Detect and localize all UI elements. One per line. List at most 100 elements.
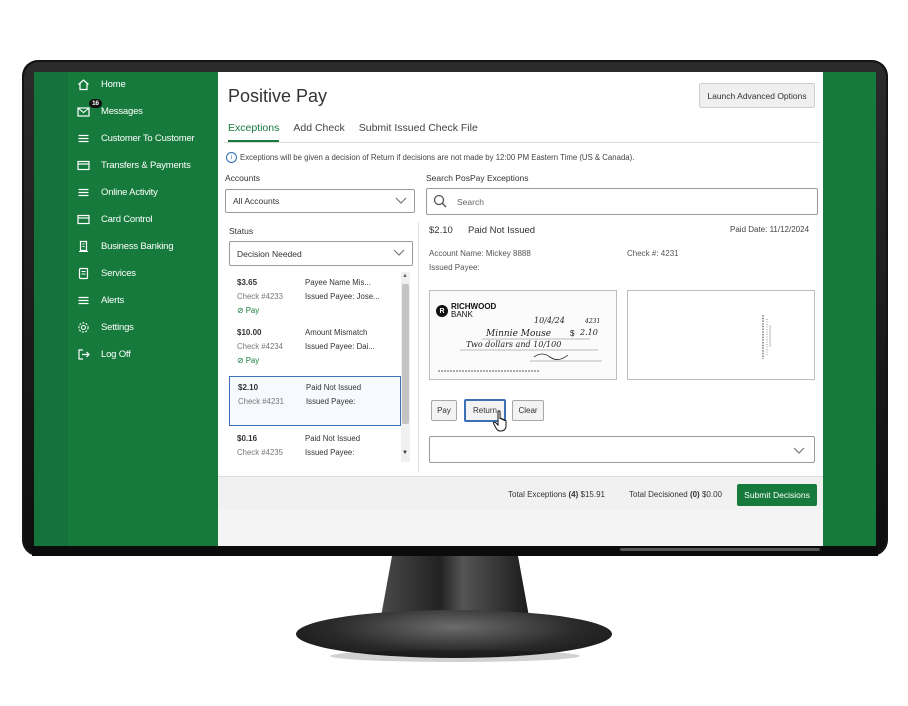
positive-pay-panel: Positive Pay Launch Advanced Options Exc… [218,72,823,546]
monitor-highlight [620,548,820,551]
sidebar-item-label: Messages [101,105,143,117]
tabs-divider [224,142,820,143]
chevron-down-icon [792,444,806,462]
decision-label: Pay [245,356,260,365]
footer-bar: Total Exceptions (4) $15.91 Total Decisi… [218,476,823,511]
right-margin [823,72,876,546]
exception-reason: Paid Not Issued [305,434,361,443]
exception-amount: $3.65 [237,278,258,287]
card-icon [76,212,90,226]
exception-amount: $0.16 [237,434,258,443]
clear-button[interactable]: Clear [512,400,544,421]
building-icon [76,239,90,253]
exception-payee: Issued Payee: [305,448,355,457]
sidebar-item-label: Home [101,78,126,90]
unread-badge: 16 [89,99,102,108]
check-front-image[interactable]: R RICHWOOD BANK 10/4/24 4231 Minnie Mouse… [429,290,617,380]
list-item-selected[interactable]: $2.10 Check #4231 Paid Not Issued Issued… [229,376,401,426]
sidebar-item-log-off[interactable]: Log Off [76,344,131,364]
gear-icon [76,320,90,334]
sidebar-item-transfers-payments[interactable]: Transfers & Payments [76,155,191,175]
list-scrollbar[interactable]: ▲ ▼ [401,272,410,462]
decision-label: Pay [245,306,260,315]
sidebar-item-customer-to-customer[interactable]: Customer To Customer [76,128,195,148]
sidebar-item-services[interactable]: Services [76,263,136,283]
total-exceptions-count: (4) [568,490,579,499]
exception-check-number: Check #4234 [237,342,283,351]
exception-amount: $2.10 [238,383,259,392]
scroll-down-icon[interactable]: ▼ [402,450,408,456]
check-lines [438,338,602,372]
exception-reason: Paid Not Issued [306,383,362,392]
paid-date: Paid Date: 11/12/2024 [730,225,810,234]
search-input[interactable]: Search [426,188,818,215]
status-value: Decision Needed [237,248,302,259]
exception-payee: Issued Payee: Jose... [305,292,380,301]
total-exceptions: Total Exceptions (4) $15.91 [508,490,605,499]
chevron-down-icon [394,195,408,209]
issued-payee: Issued Payee: [429,263,480,272]
sidebar-nav: Home 16 Messages Customer To Customer Tr… [34,72,218,546]
monitor-stand-shadow [330,650,580,662]
decision-reason-select[interactable] [429,436,815,463]
exception-check-number: Check #4235 [237,448,283,457]
exception-payee: Issued Payee: [306,397,356,406]
sidebar-item-label: Settings [101,321,134,333]
exception-list: $3.65 Check #4233 ⊘ Pay Payee Name Mis..… [229,272,401,462]
sidebar-item-label: Transfers & Payments [101,159,191,171]
screen: Home 16 Messages Customer To Customer Tr… [34,72,876,546]
total-exceptions-label: Total Exceptions [508,490,567,499]
pay-button[interactable]: Pay [431,400,457,421]
sidebar-item-settings[interactable]: Settings [76,317,134,337]
sidebar-item-online-activity[interactable]: Online Activity [76,182,158,202]
endorsement-stamp [762,315,771,359]
search-placeholder: Search [457,196,484,207]
scroll-up-icon[interactable]: ▲ [402,273,408,279]
info-icon: i [226,152,237,163]
info-text: Exceptions will be given a decision of R… [240,153,635,162]
exception-reason: Payee Name Mis... [305,278,371,287]
hand-cursor-icon [492,410,507,432]
chevron-down-icon [392,247,406,261]
list-icon [76,185,90,199]
tab-add-check[interactable]: Add Check [293,122,344,142]
sidebar-item-home[interactable]: Home [76,74,126,94]
submit-decisions-button[interactable]: Submit Decisions [737,484,817,506]
detail-amount: $2.10 [429,225,453,236]
tab-exceptions[interactable]: Exceptions [228,122,280,142]
decision-pay: ⊘ Pay [237,306,260,315]
sidebar-item-label: Services [101,267,136,279]
list-icon [76,293,90,307]
sidebar-item-label: Log Off [101,348,131,360]
scroll-thumb[interactable] [402,284,409,424]
check-back-image[interactable] [627,290,815,380]
status-select[interactable]: Decision Needed [229,241,413,266]
search-label: Search PosPay Exceptions [426,173,529,183]
list-icon [76,131,90,145]
exception-reason: Amount Mismatch [305,328,368,337]
total-decisioned-label: Total Decisioned [629,490,688,499]
total-exceptions-amount: $15.91 [580,490,605,499]
sidebar-item-label: Online Activity [101,186,158,198]
list-item[interactable]: $10.00 Check #4234 ⊘ Pay Amount Mismatch… [229,322,401,372]
tab-bar: Exceptions Add Check Submit Issued Check… [228,122,492,142]
card-icon [76,158,90,172]
accounts-value: All Accounts [233,196,280,206]
sidebar-item-card-control[interactable]: Card Control [76,209,153,229]
pane-divider [418,222,419,472]
launch-advanced-options-button[interactable]: Launch Advanced Options [699,83,815,108]
total-decisioned-amount: $0.00 [701,490,722,499]
detail-status: Paid Not Issued [468,225,536,236]
search-icon [433,194,447,210]
list-item[interactable]: $3.65 Check #4233 ⊘ Pay Payee Name Mis..… [229,272,401,322]
exception-check-number: Check #4233 [237,292,283,301]
sidebar-item-messages[interactable]: 16 Messages [76,99,143,121]
sidebar-item-alerts[interactable]: Alerts [76,290,124,310]
accounts-label: Accounts [225,173,260,183]
list-item[interactable]: $0.16 Check #4235 Paid Not Issued Issued… [229,428,401,462]
accounts-select[interactable]: All Accounts [225,189,415,213]
sidebar-item-business-banking[interactable]: Business Banking [76,236,174,256]
tab-submit-issued-check-file[interactable]: Submit Issued Check File [359,122,478,142]
page-title: Positive Pay [228,86,328,106]
sidebar-item-label: Card Control [101,213,153,225]
